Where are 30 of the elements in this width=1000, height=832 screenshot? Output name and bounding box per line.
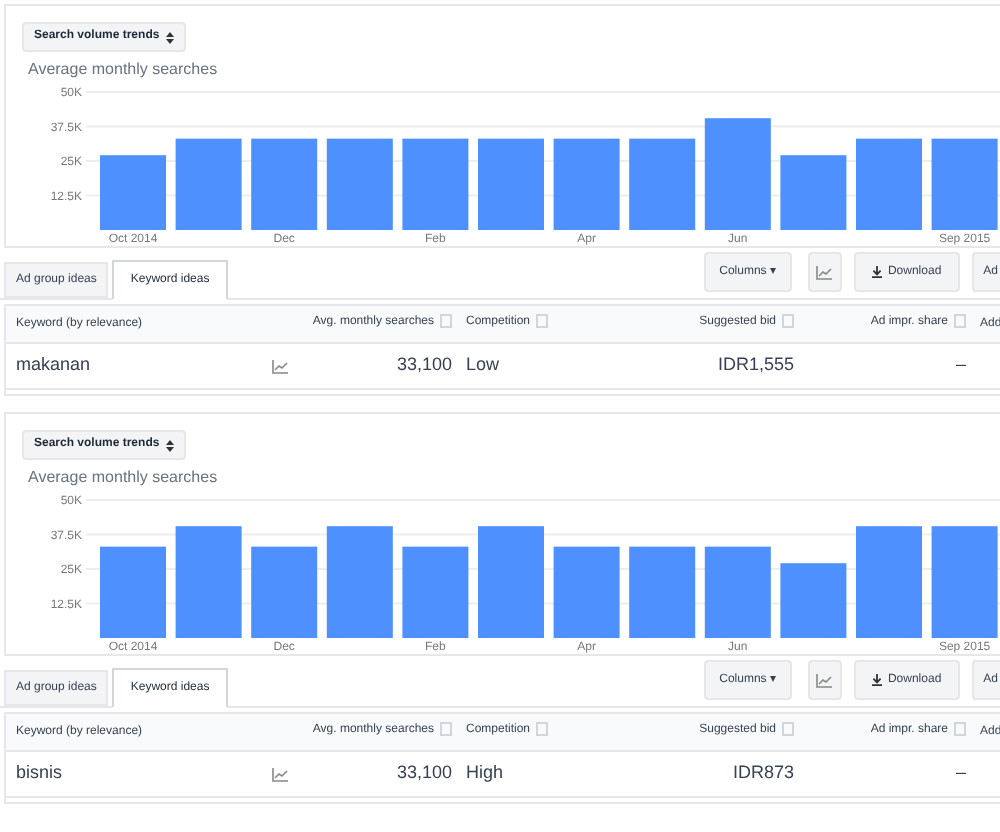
line-chart-icon[interactable] [272, 359, 288, 373]
keyword-cell-text: bisnis [16, 760, 63, 787]
searches-cell: 33,100 [396, 762, 452, 783]
help-icon[interactable] [536, 314, 549, 329]
line-chart-icon[interactable] [272, 767, 288, 781]
chart-title: Average monthly searches [28, 58, 220, 82]
bid-cell: IDR1,555 [717, 354, 794, 375]
download-icon [871, 266, 882, 278]
chart-toggle-button[interactable] [807, 252, 842, 292]
competition-cell: High [466, 762, 504, 783]
keyword-cell-text: makanan [16, 352, 91, 379]
up-down-arrows-icon [165, 31, 174, 43]
chart-toggle-button[interactable] [807, 660, 842, 700]
up-down-arrows-icon [165, 439, 174, 451]
bid-cell: IDR873 [732, 762, 794, 783]
help-icon[interactable] [536, 722, 549, 737]
help-icon[interactable] [440, 314, 452, 329]
competition-cell: Low [466, 354, 500, 375]
line-chart-icon[interactable] [816, 265, 833, 279]
impr-share-cell: – [955, 354, 966, 375]
help-icon[interactable] [954, 314, 966, 329]
help-icon[interactable] [954, 722, 966, 737]
line-chart-icon[interactable] [816, 673, 833, 687]
impr-share-cell: – [955, 762, 966, 783]
chart-title: Average monthly searches [28, 466, 220, 490]
help-icon[interactable] [782, 314, 794, 329]
searches-cell: 33,100 [396, 354, 452, 375]
help-icon[interactable] [782, 722, 794, 737]
help-icon[interactable] [440, 722, 452, 737]
download-icon [871, 674, 882, 686]
